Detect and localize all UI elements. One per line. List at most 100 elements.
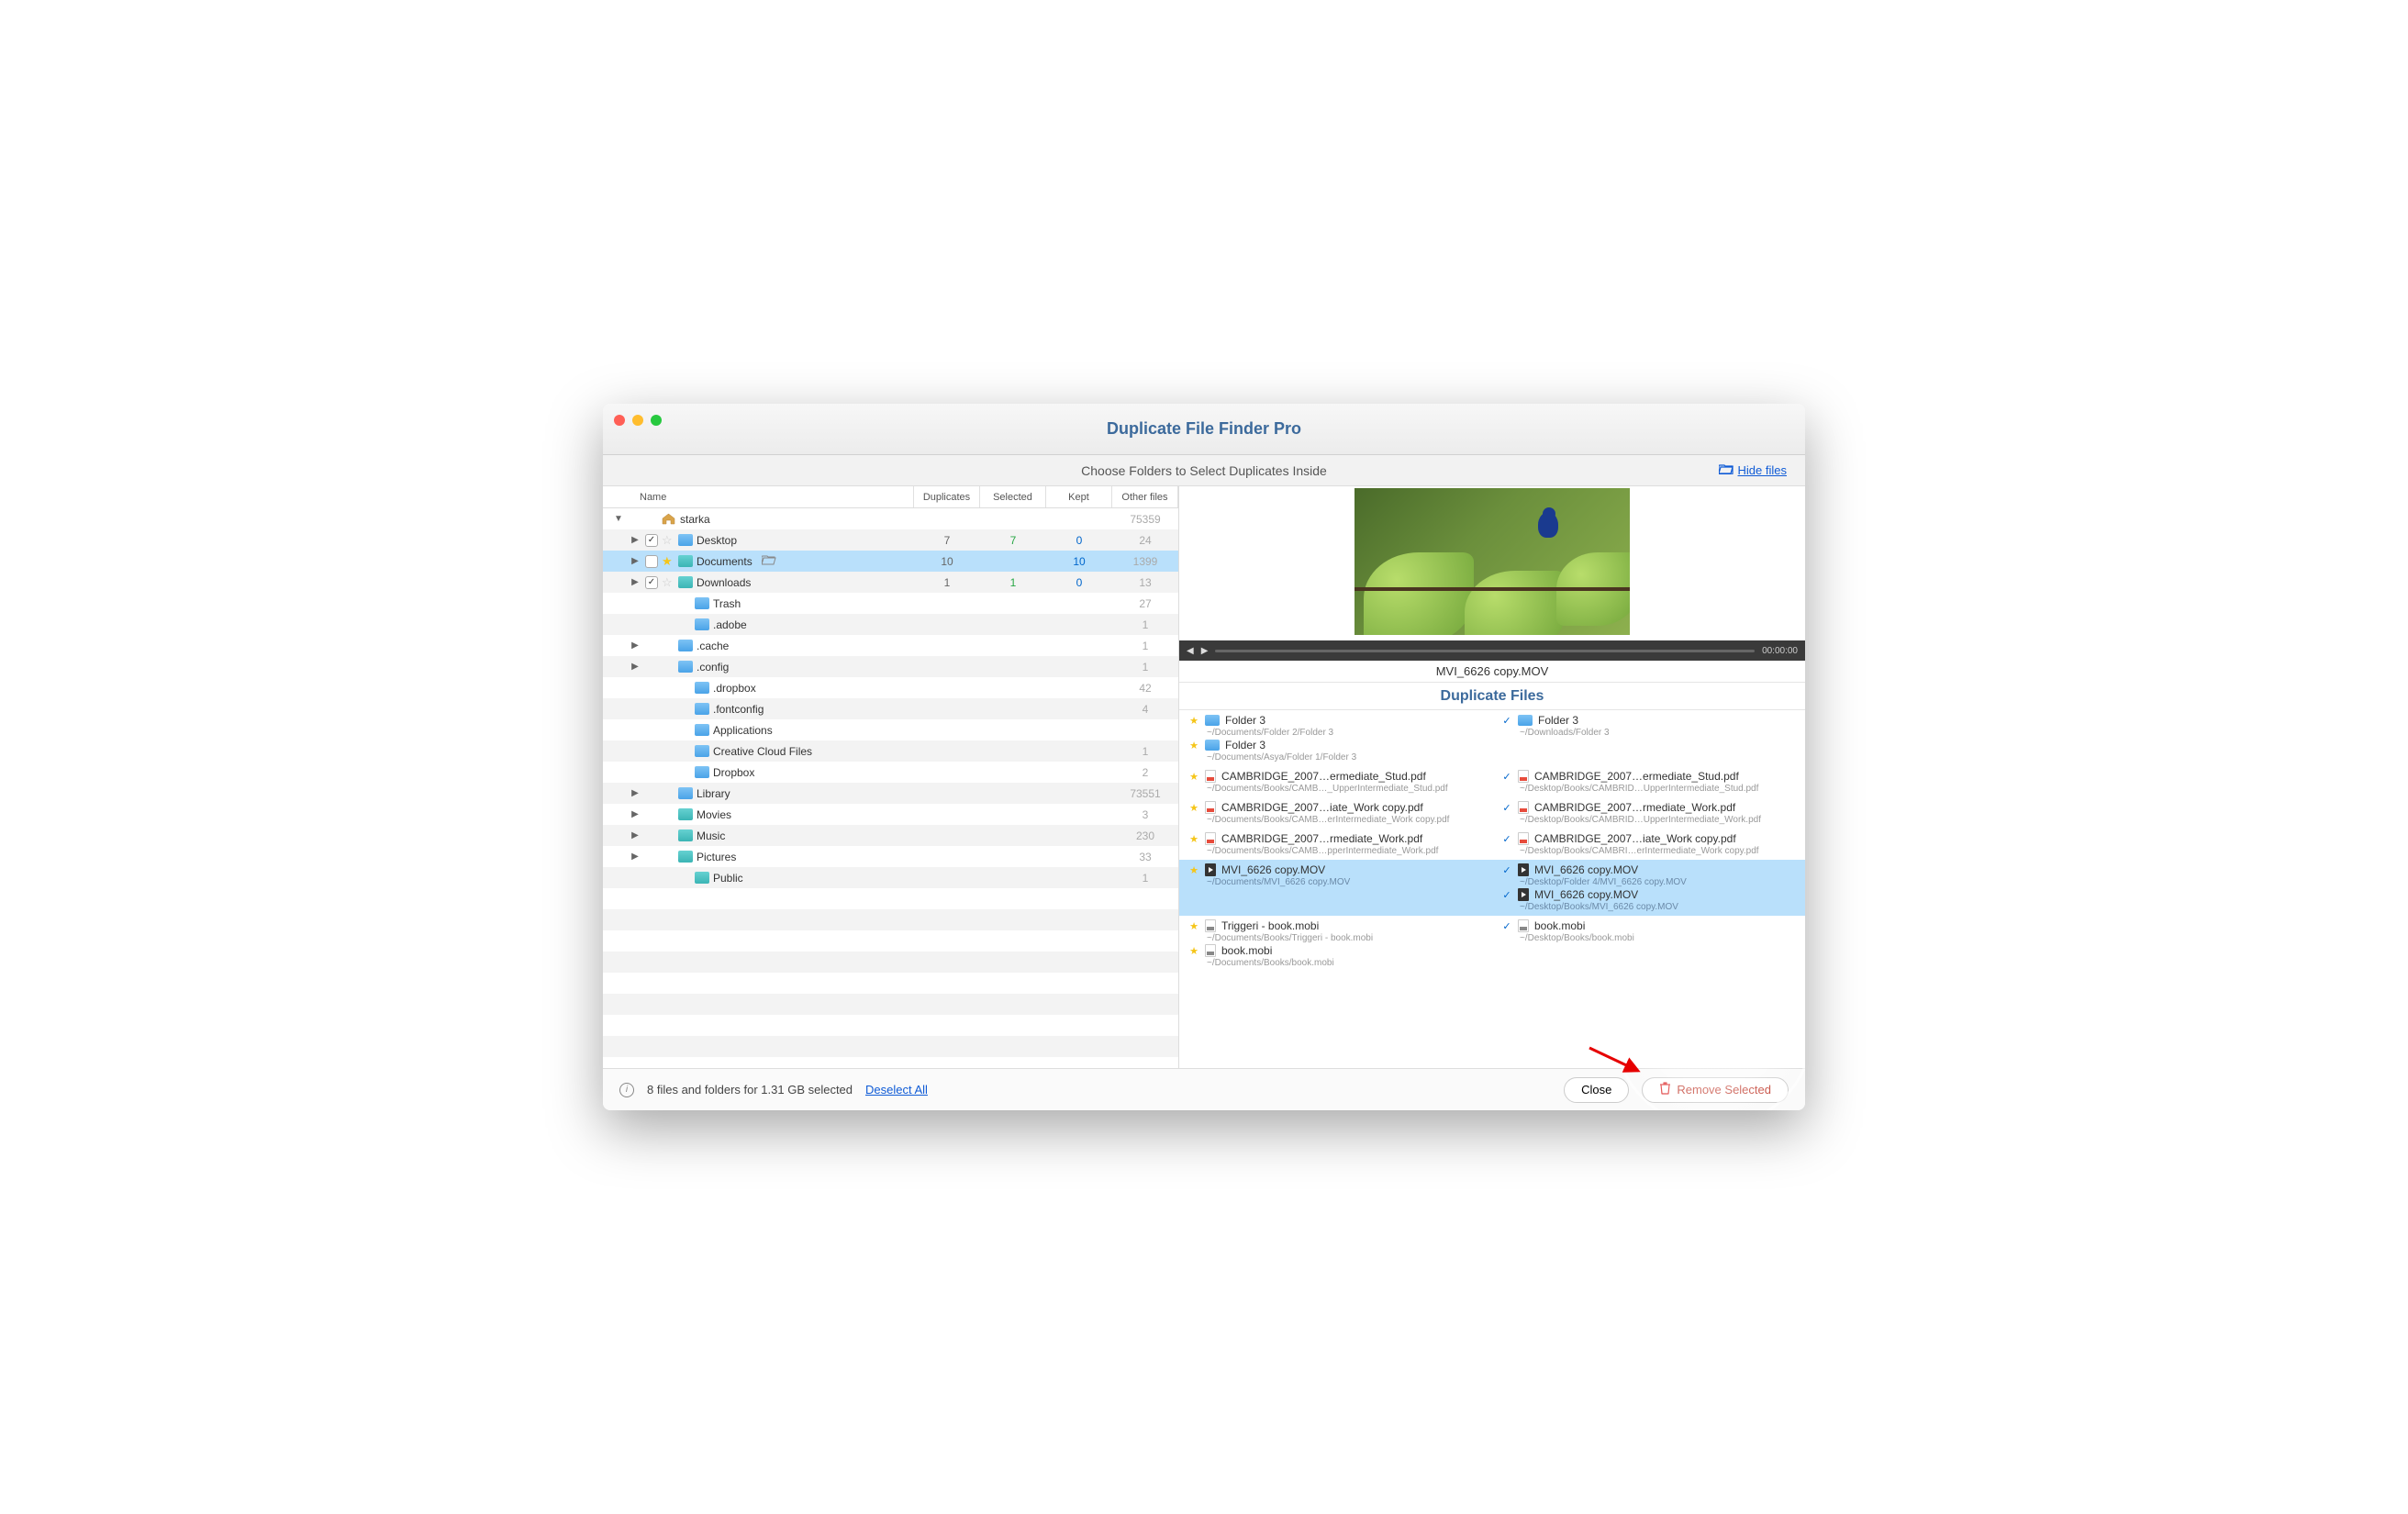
duplicate-item[interactable]: ✓CAMBRIDGE_2007…iate_Work copy.pdf [1501, 832, 1796, 845]
disclosure-icon[interactable]: ▶ [629, 556, 641, 566]
hide-files-link[interactable]: Hide files [1719, 463, 1787, 477]
minimize-window-button[interactable] [632, 415, 643, 426]
mov-file-icon [1518, 863, 1529, 876]
folder-icon [678, 829, 693, 841]
playback-track[interactable] [1215, 650, 1755, 652]
close-button[interactable]: Close [1564, 1077, 1629, 1103]
deselect-all-link[interactable]: Deselect All [865, 1083, 928, 1097]
tree-row[interactable]: ▶.cache1 [603, 635, 1178, 656]
tree-row[interactable]: Trash27 [603, 593, 1178, 614]
tree-row[interactable]: Creative Cloud Files1 [603, 740, 1178, 762]
tree-row-empty [603, 994, 1178, 1015]
cell-other: 13 [1112, 576, 1178, 589]
duplicate-item[interactable]: ★CAMBRIDGE_2007…iate_Work copy.pdf [1188, 801, 1483, 814]
star-icon[interactable]: ☆ [662, 575, 674, 590]
duplicate-group[interactable]: ★Folder 3~/Documents/Folder 2/Folder 3★F… [1179, 710, 1805, 766]
tree-row[interactable]: Dropbox2 [603, 762, 1178, 783]
star-icon[interactable]: ★ [1188, 740, 1199, 751]
duplicate-item[interactable]: ★CAMBRIDGE_2007…ermediate_Stud.pdf [1188, 770, 1483, 783]
check-icon[interactable]: ✓ [1501, 802, 1512, 814]
duplicate-item[interactable]: ✓book.mobi [1501, 919, 1796, 932]
tree-row[interactable]: ▶✓☆Desktop77024 [603, 529, 1178, 551]
tree-row[interactable]: Applications [603, 719, 1178, 740]
cell-other: 42 [1112, 682, 1178, 695]
duplicate-item[interactable]: ★ MVI_6626 copy.MOV [1188, 863, 1483, 876]
check-icon[interactable]: ✓ [1501, 833, 1512, 845]
duplicate-item[interactable]: ★book.mobi [1188, 944, 1483, 957]
cell-other: 4 [1112, 703, 1178, 716]
duplicate-group[interactable]: ★Triggeri - book.mobi~/Documents/Books/T… [1179, 916, 1805, 972]
star-icon[interactable]: ☆ [662, 533, 674, 548]
col-duplicates[interactable]: Duplicates [914, 486, 980, 507]
check-icon[interactable]: ✓ [1501, 920, 1512, 932]
col-other[interactable]: Other files [1112, 486, 1178, 507]
disclosure-icon[interactable]: ▶ [629, 852, 641, 862]
star-icon[interactable]: ★ [1188, 715, 1199, 727]
duplicate-item[interactable]: ✓CAMBRIDGE_2007…ermediate_Stud.pdf [1501, 770, 1796, 783]
trash-icon [1659, 1082, 1671, 1097]
col-selected[interactable]: Selected [980, 486, 1046, 507]
duplicate-group[interactable]: ★CAMBRIDGE_2007…rmediate_Work.pdf~/Docum… [1179, 829, 1805, 860]
checkbox[interactable]: ✓ [645, 534, 658, 547]
tree-row[interactable]: ▶.config1 [603, 656, 1178, 677]
duplicate-item[interactable]: ✓MVI_6626 copy.MOV [1501, 863, 1796, 876]
duplicate-item[interactable]: ★CAMBRIDGE_2007…rmediate_Work.pdf [1188, 832, 1483, 845]
duplicate-item[interactable]: ★Triggeri - book.mobi [1188, 919, 1483, 932]
disclosure-icon[interactable]: ▶ [629, 535, 641, 545]
tree-row[interactable]: ▶✓☆Downloads11013 [603, 572, 1178, 593]
check-icon[interactable]: ✓ [1501, 864, 1512, 876]
star-icon[interactable]: ★ [1188, 945, 1199, 957]
disclosure-icon[interactable]: ▶ [629, 788, 641, 798]
col-kept[interactable]: Kept [1046, 486, 1112, 507]
col-name[interactable]: Name [603, 486, 914, 507]
file-name: MVI_6626 copy.MOV [1221, 863, 1325, 876]
tree-row[interactable]: ▼starka75359 [603, 508, 1178, 529]
disclosure-icon[interactable]: ▶ [629, 830, 641, 840]
duplicate-item[interactable]: ★Folder 3 [1188, 714, 1483, 727]
tree-row[interactable]: ▶Pictures33 [603, 846, 1178, 867]
folder-icon [695, 872, 709, 884]
tree-row[interactable]: .adobe1 [603, 614, 1178, 635]
tree-row[interactable]: .fontconfig4 [603, 698, 1178, 719]
folder-tree[interactable]: ▼starka75359▶✓☆Desktop77024▶★Documents10… [603, 508, 1178, 1068]
star-icon[interactable]: ★ [1188, 802, 1199, 814]
tree-row[interactable]: ▶Movies3 [603, 804, 1178, 825]
star-icon[interactable]: ★ [1188, 771, 1199, 783]
tree-row[interactable]: .dropbox42 [603, 677, 1178, 698]
zoom-window-button[interactable] [651, 415, 662, 426]
duplicate-item[interactable]: ✓CAMBRIDGE_2007…rmediate_Work.pdf [1501, 801, 1796, 814]
remove-selected-button[interactable]: Remove Selected [1642, 1077, 1789, 1103]
star-icon[interactable]: ★ [662, 554, 674, 569]
duplicate-group[interactable]: ★CAMBRIDGE_2007…iate_Work copy.pdf~/Docu… [1179, 797, 1805, 829]
duplicate-item[interactable]: ★Folder 3 [1188, 739, 1483, 751]
checkbox[interactable]: ✓ [645, 576, 658, 589]
star-icon[interactable]: ★ [1188, 864, 1199, 876]
disclosure-icon[interactable]: ▶ [629, 662, 641, 672]
open-folder-icon[interactable] [762, 554, 776, 568]
duplicate-group[interactable]: ★CAMBRIDGE_2007…ermediate_Stud.pdf~/Docu… [1179, 766, 1805, 797]
disclosure-icon[interactable]: ▶ [629, 577, 641, 587]
star-icon[interactable]: ★ [1188, 920, 1199, 932]
file-path: ~/Downloads/Folder 3 [1501, 727, 1796, 738]
duplicate-item[interactable]: ✓MVI_6626 copy.MOV [1501, 888, 1796, 901]
prev-button[interactable]: ◀ [1187, 646, 1194, 656]
tree-row[interactable]: ▶Library73551 [603, 783, 1178, 804]
tree-row[interactable]: ▶★Documents10101399 [603, 551, 1178, 572]
play-button[interactable]: ▶ [1201, 646, 1209, 656]
star-icon[interactable]: ★ [1188, 833, 1199, 845]
tree-row[interactable]: ▶Music230 [603, 825, 1178, 846]
check-icon[interactable]: ✓ [1501, 771, 1512, 783]
check-icon[interactable]: ✓ [1501, 889, 1512, 901]
folder-open-icon [1719, 463, 1734, 477]
tree-row[interactable]: Public1 [603, 867, 1178, 888]
duplicate-files-list[interactable]: ★Folder 3~/Documents/Folder 2/Folder 3★F… [1179, 710, 1805, 1068]
checkbox[interactable] [645, 555, 658, 568]
check-icon[interactable]: ✓ [1501, 715, 1512, 727]
duplicate-group[interactable]: ★MVI_6626 copy.MOV~/Documents/MVI_6626 c… [1179, 860, 1805, 916]
duplicate-item[interactable]: ✓Folder 3 [1501, 714, 1796, 727]
close-window-button[interactable] [614, 415, 625, 426]
folder-name: .cache [697, 640, 729, 652]
disclosure-icon[interactable]: ▼ [612, 514, 625, 524]
disclosure-icon[interactable]: ▶ [629, 640, 641, 651]
disclosure-icon[interactable]: ▶ [629, 809, 641, 819]
